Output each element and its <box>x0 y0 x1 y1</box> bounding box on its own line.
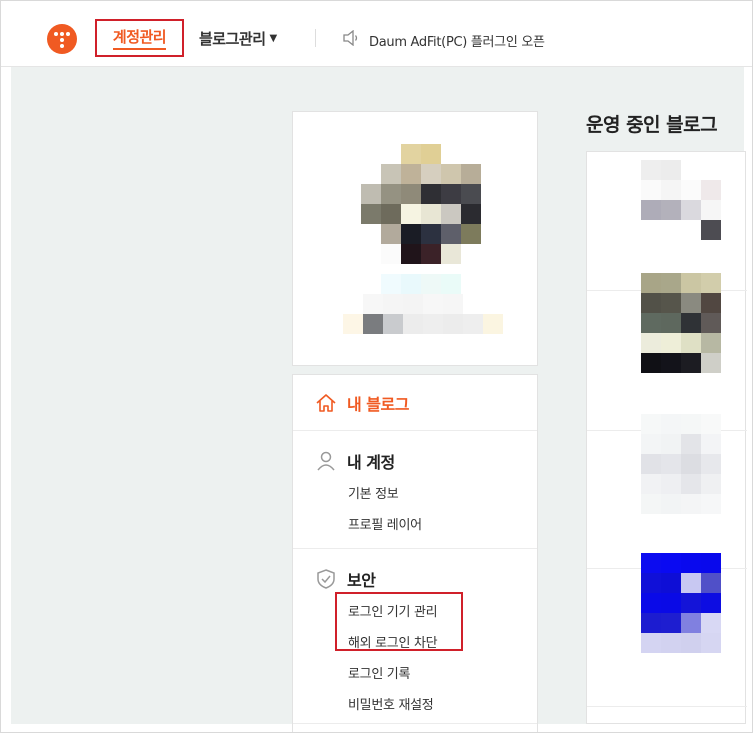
menu-section-account: 내 계정 기본 정보 프로필 레이어 <box>293 431 537 549</box>
nav-account-management[interactable]: 계정관리 <box>95 19 184 57</box>
section-title-security: 보안 <box>347 571 376 590</box>
highlight-box <box>335 592 463 651</box>
blog-thumbnail[interactable] <box>641 160 721 240</box>
profile-name <box>381 274 461 294</box>
divider <box>315 29 316 47</box>
shield-check-icon <box>317 569 335 589</box>
section-title-account: 내 계정 <box>347 453 395 472</box>
blog-list-panel <box>586 151 747 724</box>
menu-my-blog[interactable]: 내 블로그 <box>293 375 537 431</box>
blogs-heading: 운영 중인 블로그 <box>586 114 718 136</box>
profile-id <box>343 294 503 334</box>
blog-thumbnail[interactable] <box>641 273 721 373</box>
home-icon <box>316 393 336 412</box>
nav-blog-label: 블로그관리 <box>199 30 266 48</box>
profile-avatar[interactable] <box>361 144 481 264</box>
menu-item-login-history[interactable]: 로그인 기록 <box>315 663 537 682</box>
blog-thumbnail[interactable] <box>641 414 721 514</box>
menu-my-blog-label: 내 블로그 <box>347 394 409 414</box>
notice-link[interactable]: Daum AdFit(PC) 플러그인 오픈 <box>369 31 545 50</box>
profile-card <box>292 111 538 366</box>
app-window: 계정관리 블로그관리 ▼ Daum AdFit(PC) 플러그인 오픈 내 블로… <box>0 0 753 733</box>
blog-thumbnail[interactable] <box>641 553 721 653</box>
menu-item-basic-info[interactable]: 기본 정보 <box>315 483 537 502</box>
user-icon <box>317 451 335 471</box>
menu-item-reset-password[interactable]: 비밀번호 재설정 <box>315 694 537 713</box>
speaker-icon <box>343 30 358 46</box>
account-side-menu: 내 블로그 내 계정 기본 정보 프로필 레이어 보안 로그인 기기 관리 해외… <box>292 374 538 732</box>
tistory-logo-icon[interactable] <box>47 24 77 54</box>
caret-down-icon: ▼ <box>269 33 278 44</box>
top-navigation-bar: 계정관리 블로그관리 ▼ Daum AdFit(PC) 플러그인 오픈 <box>1 1 752 67</box>
nav-account-label: 계정관리 <box>112 26 167 50</box>
nav-blog-management[interactable]: 블로그관리 ▼ <box>199 28 277 49</box>
divider <box>587 706 747 707</box>
menu-item-profile-layer[interactable]: 프로필 레이어 <box>315 514 537 533</box>
